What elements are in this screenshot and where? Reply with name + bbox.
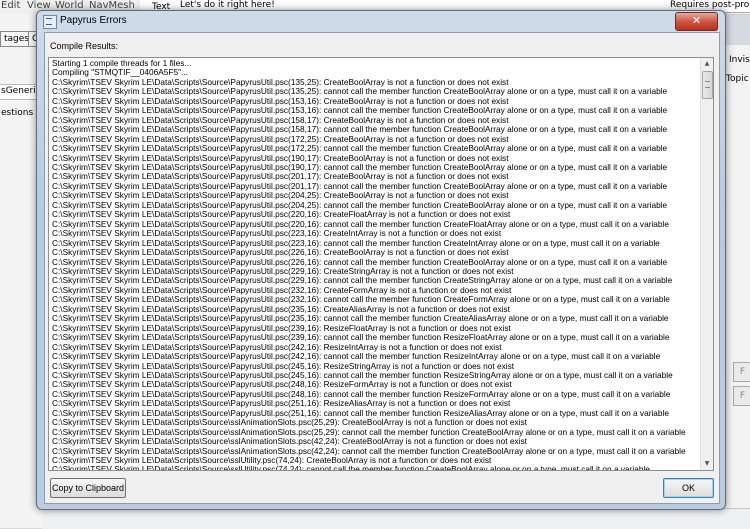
app-window-icon [43,15,57,29]
ok-button[interactable]: OK [663,478,714,498]
chevron-up-icon[interactable]: ▲ [701,58,713,70]
log-line: C:\Skyrim\TSEV Skyrim LE\Data\Scripts\So… [52,248,509,258]
log-line: C:\Skyrim\TSEV Skyrim LE\Data\Scripts\So… [52,191,509,201]
log-line: C:\Skyrim\TSEV Skyrim LE\Data\Scripts\So… [52,399,511,409]
background-right-button-2[interactable]: F [733,386,750,406]
log-line: C:\Skyrim\TSEV Skyrim LE\Data\Scripts\So… [52,427,686,437]
menu-edit[interactable]: Edit [1,0,20,12]
log-line: C:\Skyrim\TSEV Skyrim LE\Data\Scripts\So… [52,446,686,456]
background-right-panel [722,45,750,528]
log-line: C:\Skyrim\TSEV Skyrim LE\Data\Scripts\So… [52,210,511,220]
log-line: C:\Skyrim\TSEV Skyrim LE\Data\Scripts\So… [52,77,509,87]
log-line: Starting 1 compile threads for 1 files..… [52,59,192,68]
log-line: C:\Skyrim\TSEV Skyrim LE\Data\Scripts\So… [52,153,509,163]
log-line: C:\Skyrim\TSEV Skyrim LE\Data\Scripts\So… [52,219,669,229]
chevron-down-icon[interactable]: ▼ [701,458,713,470]
log-line: C:\Skyrim\TSEV Skyrim LE\Data\Scripts\So… [52,96,509,106]
close-icon: ✕ [691,14,702,27]
background-invisible-label: Invisib [729,55,750,65]
log-line: C:\Skyrim\TSEV Skyrim LE\Data\Scripts\So… [52,257,668,267]
log-line: C:\Skyrim\TSEV Skyrim LE\Data\Scripts\So… [52,352,661,362]
log-line: C:\Skyrim\TSEV Skyrim LE\Data\Scripts\So… [52,389,671,399]
close-button[interactable]: ✕ [675,12,718,31]
log-line: C:\Skyrim\TSEV Skyrim LE\Data\Scripts\So… [52,134,509,144]
log-line: C:\Skyrim\TSEV Skyrim LE\Data\Scripts\So… [52,172,509,182]
log-line: C:\Skyrim\TSEV Skyrim LE\Data\Scripts\So… [52,361,515,371]
log-lines: Starting 1 compile threads for 1 files..… [49,58,701,470]
compile-results-textbox[interactable]: Starting 1 compile threads for 1 files..… [48,57,714,471]
log-line: C:\Skyrim\TSEV Skyrim LE\Data\Scripts\So… [52,304,510,314]
log-line: C:\Skyrim\TSEV Skyrim LE\Data\Scripts\So… [52,323,511,333]
log-line: C:\Skyrim\TSEV Skyrim LE\Data\Scripts\So… [52,106,668,116]
copy-to-clipboard-button[interactable]: Copy to Clipboard [50,478,126,498]
background-text-value: Let's do it right here! [180,0,275,10]
scrollbar-thumb[interactable] [702,71,713,99]
log-line: C:\Skyrim\TSEV Skyrim LE\Data\Scripts\So… [52,380,512,390]
log-line: C:\Skyrim\TSEV Skyrim LE\Data\Scripts\So… [52,456,492,466]
log-line: Compiling "STMQTIF__0406A5F5"... [52,68,188,78]
log-line: C:\Skyrim\TSEV Skyrim LE\Data\Scripts\So… [52,333,670,343]
log-line: C:\Skyrim\TSEV Skyrim LE\Data\Scripts\So… [52,342,502,352]
vertical-scrollbar[interactable]: ▲ ▼ [700,58,713,470]
log-line: C:\Skyrim\TSEV Skyrim LE\Data\Scripts\So… [52,465,701,470]
log-line: C:\Skyrim\TSEV Skyrim LE\Data\Scripts\So… [52,115,509,125]
background-bottom-strip [42,508,750,529]
log-line: C:\Skyrim\TSEV Skyrim LE\Data\Scripts\So… [52,181,668,191]
log-line: C:\Skyrim\TSEV Skyrim LE\Data\Scripts\So… [52,144,668,154]
log-line: C:\Skyrim\TSEV Skyrim LE\Data\Scripts\So… [52,238,660,248]
dialog-body: Compile Results: Starting 1 compile thre… [44,32,720,504]
log-line: C:\Skyrim\TSEV Skyrim LE\Data\Scripts\So… [52,87,668,97]
background-topic-label: Topic [726,74,749,84]
log-line: C:\Skyrim\TSEV Skyrim LE\Data\Scripts\So… [52,437,527,447]
log-line: C:\Skyrim\TSEV Skyrim LE\Data\Scripts\So… [52,295,670,305]
log-line: C:\Skyrim\TSEV Skyrim LE\Data\Scripts\So… [52,200,668,210]
background-list-item-2[interactable]: estions [1,108,33,118]
background-right-button-1[interactable]: F [733,362,750,382]
compile-results-label: Compile Results: [50,41,119,51]
log-line: C:\Skyrim\TSEV Skyrim LE\Data\Scripts\So… [52,229,502,239]
log-line: C:\Skyrim\TSEV Skyrim LE\Data\Scripts\So… [52,418,527,428]
log-line: C:\Skyrim\TSEV Skyrim LE\Data\Scripts\So… [52,125,668,135]
log-line: C:\Skyrim\TSEV Skyrim LE\Data\Scripts\So… [52,285,512,295]
log-line: C:\Skyrim\TSEV Skyrim LE\Data\Scripts\So… [52,408,669,418]
dialog-title: Papyrus Errors [60,15,127,26]
log-line: C:\Skyrim\TSEV Skyrim LE\Data\Scripts\So… [52,314,669,324]
log-line: C:\Skyrim\TSEV Skyrim LE\Data\Scripts\So… [52,266,514,276]
log-line: C:\Skyrim\TSEV Skyrim LE\Data\Scripts\So… [52,370,673,380]
papyrus-errors-dialog: Papyrus Errors ✕ Compile Results: Starti… [36,10,726,510]
log-line: C:\Skyrim\TSEV Skyrim LE\Data\Scripts\So… [52,276,673,286]
log-line: C:\Skyrim\TSEV Skyrim LE\Data\Scripts\So… [52,162,668,172]
background-post-process-label: Requires post-process [670,0,750,10]
